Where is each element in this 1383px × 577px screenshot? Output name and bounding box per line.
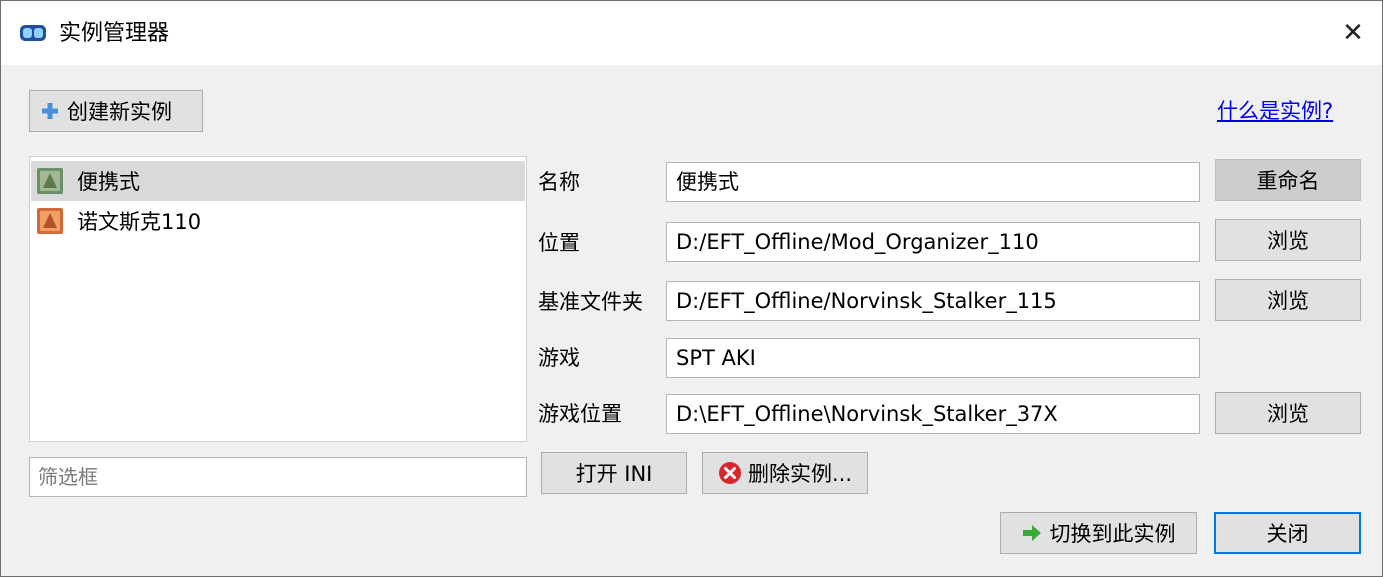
title-bar: 实例管理器 ✕ bbox=[1, 1, 1382, 65]
game-field[interactable]: SPT AKI bbox=[666, 338, 1200, 378]
rename-button[interactable]: 重命名 bbox=[1215, 159, 1361, 201]
browse-location-button[interactable]: 浏览 bbox=[1215, 219, 1361, 261]
game-location-label: 游戏位置 bbox=[538, 402, 622, 426]
game-location-field[interactable]: D:\EFT_Offline\Norvinsk_Stalker_37X bbox=[666, 394, 1200, 434]
instance-icon bbox=[37, 208, 63, 234]
mod-organizer-icon bbox=[20, 25, 46, 41]
close-icon[interactable]: ✕ bbox=[1337, 17, 1369, 49]
instance-icon bbox=[37, 168, 63, 194]
switch-instance-button[interactable]: 切换到此实例 bbox=[1000, 512, 1197, 554]
name-field[interactable]: 便携式 bbox=[666, 162, 1200, 202]
location-field[interactable]: D:/EFT_Offline/Mod_Organizer_110 bbox=[666, 222, 1200, 262]
game-label: 游戏 bbox=[538, 346, 580, 370]
plus-icon bbox=[42, 103, 58, 119]
list-item[interactable]: 便携式 bbox=[31, 161, 525, 201]
what-is-instance-link[interactable]: 什么是实例? bbox=[1217, 95, 1333, 125]
browse-game-location-button[interactable]: 浏览 bbox=[1215, 392, 1361, 434]
window-title: 实例管理器 bbox=[59, 21, 170, 46]
instance-name: 便携式 bbox=[77, 170, 140, 194]
filter-input[interactable] bbox=[29, 457, 527, 497]
delete-instance-label: 删除实例... bbox=[747, 462, 853, 486]
open-ini-button[interactable]: 打开 INI bbox=[541, 452, 687, 494]
base-dir-label: 基准文件夹 bbox=[538, 290, 643, 314]
browse-base-dir-button[interactable]: 浏览 bbox=[1215, 279, 1361, 321]
instance-name: 诺文斯克110 bbox=[77, 210, 202, 234]
list-item[interactable]: 诺文斯克110 bbox=[31, 201, 525, 241]
switch-instance-label: 切换到此实例 bbox=[1049, 522, 1176, 546]
delete-instance-button[interactable]: 删除实例... bbox=[702, 452, 868, 494]
instance-manager-window: 实例管理器 ✕ 创建新实例 什么是实例? 便携式 诺文斯克110 筛选框 名称 … bbox=[0, 0, 1383, 577]
base-dir-field[interactable]: D:/EFT_Offline/Norvinsk_Stalker_115 bbox=[666, 281, 1200, 321]
create-instance-label: 创建新实例 bbox=[67, 100, 172, 124]
name-label: 名称 bbox=[538, 170, 580, 194]
instance-list[interactable]: 便携式 诺文斯克110 bbox=[29, 156, 527, 442]
arrow-right-icon bbox=[1022, 525, 1041, 541]
delete-icon bbox=[718, 462, 741, 484]
close-button[interactable]: 关闭 bbox=[1214, 512, 1361, 554]
create-instance-button[interactable]: 创建新实例 bbox=[29, 90, 203, 132]
location-label: 位置 bbox=[538, 231, 580, 255]
